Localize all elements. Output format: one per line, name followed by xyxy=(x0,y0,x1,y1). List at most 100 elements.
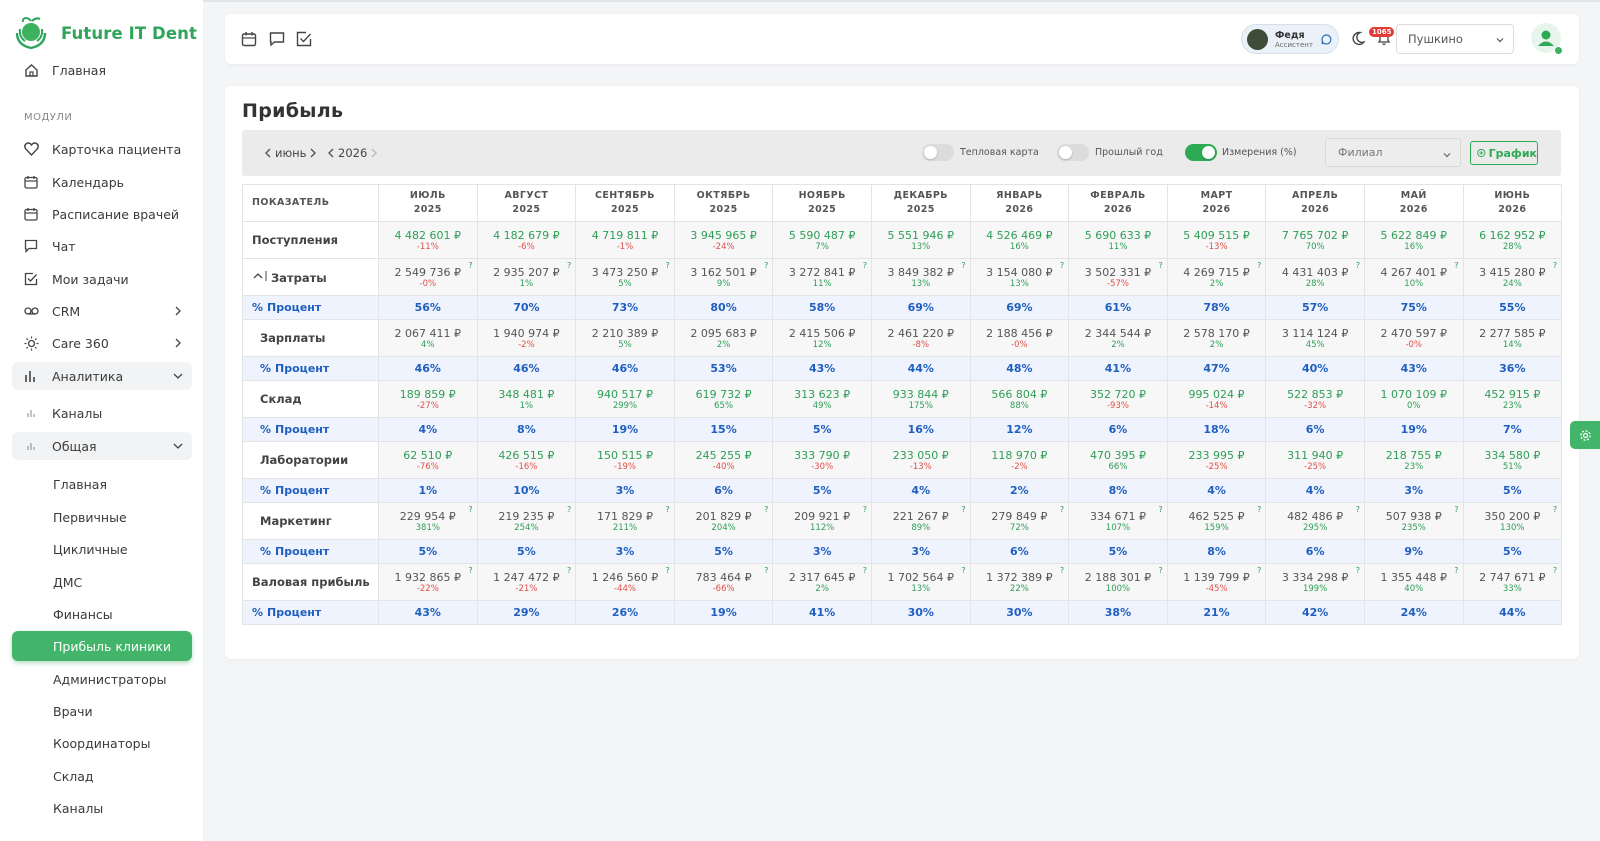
help-icon[interactable]: ? xyxy=(1257,261,1261,270)
sub-item-home[interactable]: Главная xyxy=(12,469,192,499)
help-icon[interactable]: ? xyxy=(1454,261,1458,270)
help-icon[interactable]: ? xyxy=(468,566,472,575)
column-header-month[interactable]: ИЮЛЬ 2025 xyxy=(378,184,478,222)
help-icon[interactable]: ? xyxy=(1159,566,1163,575)
help-icon[interactable]: ? xyxy=(1060,261,1064,270)
sub-item-finance[interactable]: Финансы xyxy=(12,599,192,629)
chevron-up-icon[interactable] xyxy=(252,270,268,282)
help-icon[interactable]: ? xyxy=(1356,566,1360,575)
nav-crm[interactable]: CRM xyxy=(12,297,192,325)
cell-value: 334 671 ₽ xyxy=(1089,509,1146,523)
sub-item-warehouse[interactable]: Склад xyxy=(12,761,192,791)
tasks-icon[interactable] xyxy=(296,31,312,47)
help-icon[interactable]: ? xyxy=(1060,505,1064,514)
nav-analytics[interactable]: Аналитика xyxy=(12,362,192,390)
help-icon[interactable]: ? xyxy=(1060,566,1064,575)
nav-analytics-channels[interactable]: Каналы xyxy=(12,399,192,427)
cell-change: 72% xyxy=(1009,522,1029,533)
nav-analytics-general[interactable]: Общая xyxy=(12,432,192,460)
nav-doctor-schedule[interactable]: Расписание врачей xyxy=(12,200,192,228)
sub-item-primary[interactable]: Первичные xyxy=(12,502,192,532)
sub-item-channels[interactable]: Каналы xyxy=(12,793,192,823)
help-icon[interactable]: ? xyxy=(1159,505,1163,514)
nav-item-label: Care 360 xyxy=(52,335,109,351)
chevron-left-icon[interactable] xyxy=(264,148,272,158)
help-icon[interactable]: ? xyxy=(468,505,472,514)
help-icon[interactable]: ? xyxy=(961,261,965,270)
branch-select[interactable]: Пушкино xyxy=(1396,24,1514,54)
sub-item-cyclic[interactable]: Цикличные xyxy=(12,534,192,564)
percent-value: 57% xyxy=(1301,301,1329,314)
help-icon[interactable]: ? xyxy=(1454,505,1458,514)
help-icon[interactable]: ? xyxy=(764,261,768,270)
help-icon[interactable]: ? xyxy=(666,505,670,514)
help-icon[interactable]: ? xyxy=(1356,261,1360,270)
help-icon[interactable]: ? xyxy=(1356,505,1360,514)
row-label[interactable]: Затраты xyxy=(242,258,379,296)
calendar-icon[interactable] xyxy=(241,31,257,47)
sub-item-doctors[interactable]: Врачи xyxy=(12,696,192,726)
column-header-month[interactable]: ОКТЯБРЬ 2025 xyxy=(673,184,774,222)
column-header-month[interactable]: АПРЕЛЬ 2026 xyxy=(1265,184,1365,222)
column-header-month[interactable]: МАЙ 2026 xyxy=(1363,184,1464,222)
help-icon[interactable]: ? xyxy=(1553,566,1557,575)
help-icon[interactable]: ? xyxy=(764,566,768,575)
help-icon[interactable]: ? xyxy=(1257,505,1261,514)
nav-patient-card[interactable]: Карточка пациента xyxy=(12,135,192,163)
help-icon[interactable]: ? xyxy=(567,261,571,270)
year-switcher[interactable]: 2026 xyxy=(327,146,378,160)
sub-item-clinic-profit[interactable]: Прибыль клиники xyxy=(12,631,192,661)
help-icon[interactable]: ? xyxy=(764,505,768,514)
chevron-left-icon[interactable] xyxy=(327,148,335,158)
last-year-toggle[interactable] xyxy=(1057,144,1089,161)
help-icon[interactable]: ? xyxy=(468,261,472,270)
column-header-month[interactable]: МАРТ 2026 xyxy=(1166,184,1267,222)
nav-chat[interactable]: Чат xyxy=(12,232,192,260)
sub-item-coordinators[interactable]: Координаторы xyxy=(12,728,192,758)
nav-home[interactable]: Главная xyxy=(12,56,192,84)
help-icon[interactable]: ? xyxy=(1553,505,1557,514)
graph-button[interactable]: График xyxy=(1470,141,1538,165)
help-icon[interactable]: ? xyxy=(1159,261,1163,270)
help-icon[interactable]: ? xyxy=(863,566,867,575)
column-header-month[interactable]: СЕНТЯБРЬ 2025 xyxy=(575,184,675,222)
cell-change: 130% xyxy=(1500,522,1525,533)
help-icon[interactable]: ? xyxy=(567,566,571,575)
help-icon[interactable]: ? xyxy=(863,261,867,270)
heatmap-toggle[interactable] xyxy=(922,144,954,161)
app-logo[interactable]: Future IT Dent xyxy=(14,15,197,51)
column-header-month[interactable]: ДЕКАБРЬ 2025 xyxy=(870,184,971,222)
chevron-right-icon[interactable] xyxy=(309,148,317,158)
moon-icon[interactable] xyxy=(1351,31,1365,46)
month-switcher[interactable]: июнь xyxy=(264,146,317,160)
nav-my-tasks[interactable]: Мои задачи xyxy=(12,265,192,293)
nav-care360[interactable]: Care 360 xyxy=(12,329,192,357)
column-header-month[interactable]: АВГУСТ 2025 xyxy=(476,184,577,222)
help-icon[interactable]: ? xyxy=(961,505,965,514)
cell-change: 66% xyxy=(1108,461,1128,472)
column-header-month[interactable]: ЯНВАРЬ 2026 xyxy=(969,184,1070,222)
nav-calendar[interactable]: Календарь xyxy=(12,168,192,196)
chevron-right-icon[interactable] xyxy=(370,148,378,158)
column-header-indicator[interactable]: ПОКАЗАТЕЛЬ xyxy=(242,184,379,222)
branch-filter-select[interactable]: Филиал xyxy=(1325,138,1461,167)
chat-icon[interactable] xyxy=(269,31,285,47)
help-icon[interactable]: ? xyxy=(666,261,670,270)
help-icon[interactable]: ? xyxy=(863,505,867,514)
help-icon[interactable]: ? xyxy=(1257,566,1261,575)
help-icon[interactable]: ? xyxy=(1454,566,1458,575)
measure-percent-toggle[interactable] xyxy=(1185,144,1217,161)
settings-float-button[interactable] xyxy=(1570,421,1600,449)
help-icon[interactable]: ? xyxy=(567,505,571,514)
help-icon[interactable]: ? xyxy=(666,566,670,575)
column-header-month[interactable]: ФЕВРАЛЬ 2026 xyxy=(1068,184,1168,222)
help-icon[interactable]: ? xyxy=(1553,261,1557,270)
percent-value: 8% xyxy=(1207,545,1226,558)
help-icon[interactable]: ? xyxy=(961,566,965,575)
sub-item-dms[interactable]: ДМС xyxy=(12,567,192,597)
sub-item-admins[interactable]: Администраторы xyxy=(12,664,192,694)
column-header-month[interactable]: НОЯБРЬ 2025 xyxy=(772,184,872,222)
user-assistant-pill[interactable]: Федя Ассистент xyxy=(1241,24,1339,54)
column-header-month[interactable]: ИЮНЬ 2026 xyxy=(1462,184,1563,222)
cell-change: -66% xyxy=(712,583,735,594)
